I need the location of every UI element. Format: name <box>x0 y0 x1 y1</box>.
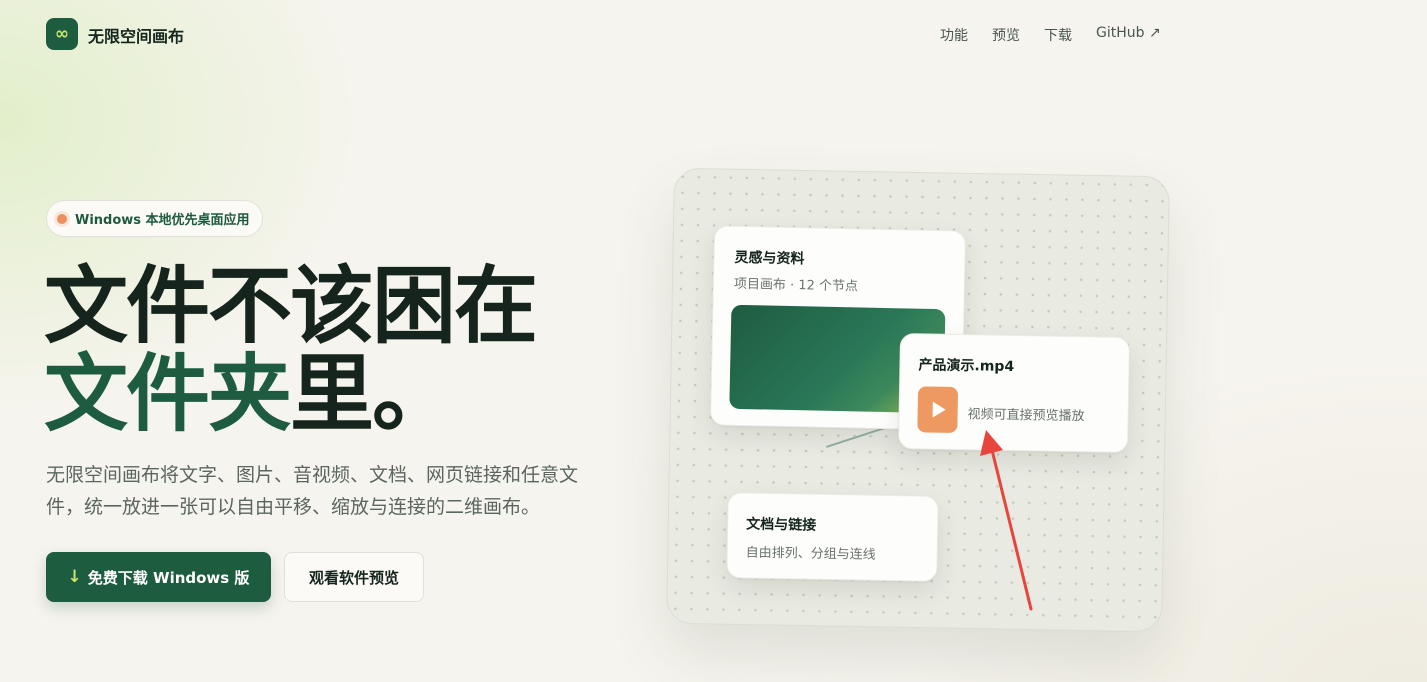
node-title: 文档与链接 <box>746 516 817 534</box>
badge-text: Windows 本地优先桌面应用 <box>75 213 250 228</box>
headline-line-1: 文件不该困在 <box>44 257 538 355</box>
download-button-label: 免费下载 Windows 版 <box>87 568 250 587</box>
annotation-arrow-icon <box>980 430 1033 611</box>
status-dot-icon <box>57 213 67 224</box>
headline-rest: 里。 <box>290 345 456 443</box>
download-arrow-icon: ↓ <box>67 567 82 587</box>
nav-link-github[interactable]: GitHub ↗ <box>1096 25 1161 45</box>
node-desc: 视频可直接预览播放 <box>967 407 1085 425</box>
nav-links: 功能 预览 下载 GitHub ↗ <box>940 25 1161 45</box>
download-windows-button[interactable]: ↓ 免费下载 Windows 版 <box>46 552 271 602</box>
logo-icon[interactable]: ∞ <box>46 18 78 50</box>
headline-line-2: 文件夹里。 <box>44 350 644 438</box>
nav-link-preview[interactable]: 预览 <box>992 25 1020 45</box>
hero-subtitle: 无限空间画布将文字、图片、音视频、文档、网页链接和任意文件，统一放进一张可以自由… <box>46 464 579 518</box>
platform-badge: Windows 本地优先桌面应用 <box>46 200 263 237</box>
headline-accent: 文件夹 <box>44 345 292 443</box>
watch-preview-button[interactable]: 观看软件预览 <box>284 552 424 602</box>
node-desc: 自由排列、分组与连线 <box>745 545 876 563</box>
node-title: 产品演示.mp4 <box>918 357 1015 375</box>
brand-name[interactable]: 无限空间画布 <box>88 23 184 47</box>
node-title: 灵感与资料 <box>734 249 805 268</box>
play-icon <box>917 386 959 434</box>
canvas-node-docs: 文档与链接 自由排列、分组与连线 <box>726 492 939 582</box>
top-nav: ∞ 无限空间画布 功能 预览 下载 GitHub ↗ <box>0 0 1427 68</box>
nav-link-features[interactable]: 功能 <box>940 25 968 45</box>
node-meta: 项目画布 · 12 个节点 <box>733 276 859 295</box>
hero-headline: 文件不该困在 文件夹里。 <box>44 262 644 438</box>
nav-link-download[interactable]: 下载 <box>1044 25 1072 45</box>
